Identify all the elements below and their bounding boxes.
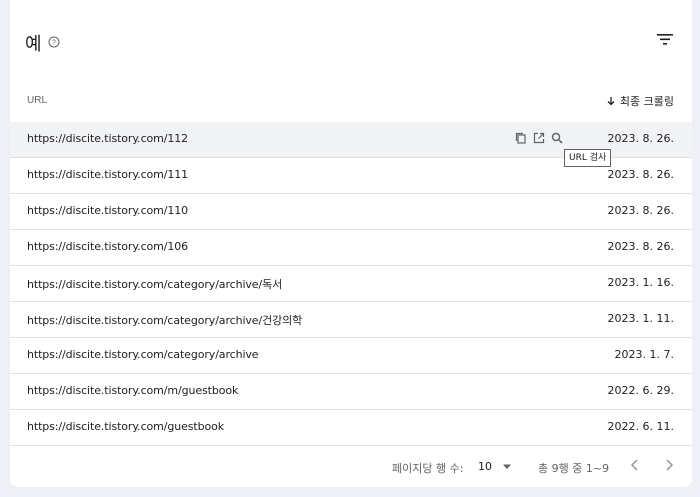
row-url[interactable]: https://discite.tistory.com/111	[27, 168, 188, 181]
row-last-crawled: 2023. 1. 11.	[607, 312, 674, 325]
row-actions	[514, 131, 564, 145]
dropdown-arrow-icon	[503, 464, 511, 469]
row-last-crawled: 2023. 1. 16.	[607, 276, 674, 289]
arrow-down-icon	[607, 97, 615, 106]
row-last-crawled: 2023. 8. 26.	[607, 132, 674, 145]
row-url[interactable]: https://discite.tistory.com/106	[27, 240, 188, 253]
row-url[interactable]: https://discite.tistory.com/category/arc…	[27, 276, 282, 292]
row-last-crawled: 2022. 6. 29.	[607, 384, 674, 397]
row-url[interactable]: https://discite.tistory.com/112	[27, 132, 188, 145]
rows-per-page-select[interactable]: 10	[478, 460, 512, 473]
indexed-pages-panel: 예 ? URL 최종 크롤링 https://discite.tistory.c…	[10, 0, 692, 487]
table-header: URL 최종 크롤링	[10, 86, 692, 123]
filter-icon[interactable]	[656, 31, 674, 47]
row-url[interactable]: https://discite.tistory.com/category/arc…	[27, 312, 302, 328]
next-page-icon[interactable]	[662, 457, 676, 473]
row-last-crawled: 2023. 8. 26.	[607, 204, 674, 217]
table-row[interactable]: https://discite.tistory.com/category/arc…	[10, 266, 692, 302]
row-last-crawled: 2022. 6. 11.	[607, 420, 674, 433]
svg-text:?: ?	[52, 40, 56, 47]
table-row[interactable]: https://discite.tistory.com/category/arc…	[10, 338, 692, 374]
url-column-header: URL	[27, 95, 48, 106]
copy-icon[interactable]	[514, 131, 528, 145]
table-row[interactable]: https://discite.tistory.com/guestbook 20…	[10, 410, 692, 446]
table-row[interactable]: https://discite.tistory.com/m/guestbook …	[10, 374, 692, 410]
row-url[interactable]: https://discite.tistory.com/guestbook	[27, 420, 224, 433]
last-crawled-sort-header[interactable]: 최종 크롤링	[606, 93, 674, 109]
search-icon[interactable]	[550, 131, 564, 145]
rows-per-page-label: 페이지당 행 수:	[392, 462, 464, 475]
row-last-crawled: 2023. 8. 26.	[607, 168, 674, 181]
last-crawled-label: 최종 크롤링	[619, 95, 674, 108]
row-last-crawled: 2023. 1. 7.	[614, 348, 674, 361]
table-row[interactable]: https://discite.tistory.com/110 2023. 8.…	[10, 194, 692, 230]
panel-title: 예	[25, 34, 42, 55]
row-url[interactable]: https://discite.tistory.com/m/guestbook	[27, 384, 238, 397]
row-url[interactable]: https://discite.tistory.com/110	[27, 204, 188, 217]
inspect-url-tooltip: URL 검사	[564, 149, 612, 167]
row-last-crawled: 2023. 8. 26.	[607, 240, 674, 253]
previous-page-icon[interactable]	[628, 457, 642, 473]
table-row[interactable]: https://discite.tistory.com/106 2023. 8.…	[10, 230, 692, 266]
help-circle-icon[interactable]: ?	[48, 36, 60, 48]
open-in-new-icon[interactable]	[532, 131, 546, 145]
pagination: 페이지당 행 수: 10 총 9행 중 1~9	[10, 446, 692, 486]
table-row[interactable]: https://discite.tistory.com/category/arc…	[10, 302, 692, 338]
row-url[interactable]: https://discite.tistory.com/category/arc…	[27, 348, 259, 361]
rows-per-page-value: 10	[478, 460, 492, 473]
page-range-label: 총 9행 중 1~9	[538, 462, 610, 475]
